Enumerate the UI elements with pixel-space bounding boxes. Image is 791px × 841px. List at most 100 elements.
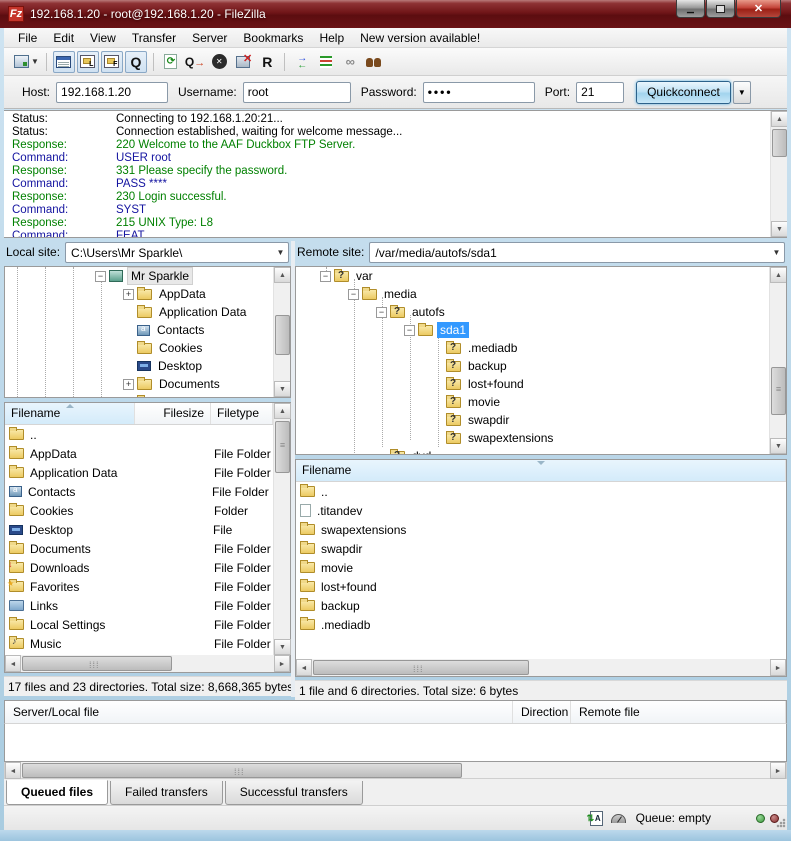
tree-row[interactable]: lost+found	[296, 375, 786, 393]
list-item[interactable]: ContactsFile Folder	[5, 482, 273, 501]
disconnect-button[interactable]	[232, 51, 254, 73]
message-log[interactable]: Status:Connecting to 192.168.1.20:21...S…	[4, 110, 787, 238]
remote-tree[interactable]: ▲ ▼ −var−media−autofs−sda1.mediadbbackup…	[295, 266, 787, 455]
scrollbar-thumb[interactable]: ⁞⁞⁞	[22, 763, 462, 778]
queue-body[interactable]	[4, 724, 787, 762]
transfer-type-icon[interactable]	[590, 811, 603, 826]
collapse-icon[interactable]: −	[348, 289, 359, 300]
column-header-remote-file[interactable]: Remote file	[571, 701, 786, 723]
tab-failed-transfers[interactable]: Failed transfers	[110, 781, 223, 805]
refresh-button[interactable]: ⟳	[160, 51, 182, 73]
menu-item-edit[interactable]: Edit	[45, 29, 82, 47]
tree-row[interactable]: +Documents	[5, 375, 290, 393]
list-item[interactable]: .mediadb	[296, 615, 786, 634]
sync-browsing-button[interactable]: ∞	[339, 51, 361, 73]
site-manager-button[interactable]: ▼	[13, 51, 40, 73]
remote-site-combo[interactable]: /var/media/autofs/sda1 ▼	[369, 242, 785, 263]
list-item[interactable]: swapextensions	[296, 520, 786, 539]
list-item[interactable]: CookiesFolder	[5, 501, 273, 520]
cancel-button[interactable]: ✕	[208, 51, 230, 73]
scroll-up-icon[interactable]: ▲	[274, 403, 291, 419]
search-button[interactable]	[363, 51, 385, 73]
reconnect-button[interactable]: R	[256, 51, 278, 73]
message-log-scrollbar[interactable]: ▲ ▼	[770, 111, 787, 237]
local-tree[interactable]: ▲ ▼ −Mr Sparkle+AppDataApplication DataC…	[4, 266, 291, 398]
tree-row[interactable]: backup	[296, 357, 786, 375]
compare-button[interactable]: →←	[291, 51, 313, 73]
tree-row[interactable]: −var	[296, 267, 786, 285]
tree-row[interactable]: −Mr Sparkle	[5, 267, 290, 285]
list-item[interactable]: ..	[5, 425, 273, 444]
username-input[interactable]	[243, 82, 351, 103]
minimize-button[interactable]: ▁	[676, 0, 705, 18]
local-file-list[interactable]: Filename Filesize Filetype ..AppDataFile…	[4, 402, 291, 673]
process-queue-button[interactable]: Q→	[184, 51, 206, 73]
quickconnect-dropdown-button[interactable]: ▼	[733, 81, 751, 104]
scroll-right-icon[interactable]: ►	[770, 762, 786, 779]
collapse-icon[interactable]: −	[320, 271, 331, 282]
tree-row[interactable]: −autofs	[296, 303, 786, 321]
column-header-direction[interactable]: Direction	[513, 701, 571, 723]
scroll-left-icon[interactable]: ◄	[5, 762, 21, 779]
list-item[interactable]: swapdir	[296, 539, 786, 558]
menu-item-transfer[interactable]: Transfer	[124, 29, 184, 47]
tree-row[interactable]: .mediadb	[296, 339, 786, 357]
chevron-down-icon[interactable]: ▼	[273, 248, 288, 257]
host-input[interactable]	[56, 82, 168, 103]
scroll-left-icon[interactable]: ◄	[5, 655, 21, 672]
list-item[interactable]: FavoritesFile Folder	[5, 577, 273, 596]
tree-row[interactable]: −media	[296, 285, 786, 303]
tab-queued-files[interactable]: Queued files	[6, 780, 108, 805]
list-item[interactable]: DesktopFile	[5, 520, 273, 539]
collapse-icon[interactable]: −	[376, 307, 387, 318]
tree-row[interactable]: +Downloads	[5, 393, 290, 398]
scroll-right-icon[interactable]: ►	[770, 659, 786, 676]
close-button[interactable]: ✕	[736, 0, 781, 18]
queue-toggle[interactable]: Q	[125, 51, 147, 73]
list-item[interactable]: Application DataFile Folder	[5, 463, 273, 482]
scrollbar-thumb[interactable]	[772, 129, 787, 157]
tree-row[interactable]: swapextensions	[296, 429, 786, 447]
scrollbar-thumb[interactable]: ⁞⁞⁞	[22, 656, 172, 671]
tree-row[interactable]: +AppData	[5, 285, 290, 303]
tree-row[interactable]: Cookies	[5, 339, 290, 357]
remote-list-hscrollbar[interactable]: ◄ ⁞⁞⁞ ►	[296, 659, 786, 676]
tree-row[interactable]: Contacts	[5, 321, 290, 339]
tree-row[interactable]: −sda1	[296, 321, 786, 339]
list-item[interactable]: DownloadsFile Folder	[5, 558, 273, 577]
menu-item-file[interactable]: File	[10, 29, 45, 47]
tree-row[interactable]: swapdir	[296, 411, 786, 429]
list-item[interactable]: lost+found	[296, 577, 786, 596]
list-item[interactable]: .titandev	[296, 501, 786, 520]
scroll-down-icon[interactable]: ▼	[274, 639, 291, 655]
tree-row[interactable]: movie	[296, 393, 786, 411]
column-header-filename[interactable]: Filename	[296, 460, 786, 481]
chevron-down-icon[interactable]: ▼	[769, 248, 784, 257]
message-log-toggle[interactable]	[53, 51, 75, 73]
quickconnect-button[interactable]: Quickconnect	[636, 81, 731, 104]
resize-grip[interactable]	[776, 818, 786, 828]
list-item[interactable]: backup	[296, 596, 786, 615]
speed-limits-icon[interactable]	[611, 814, 626, 823]
column-header-filesize[interactable]: Filesize	[135, 403, 211, 424]
collapse-icon[interactable]: −	[95, 271, 106, 282]
menu-item-view[interactable]: View	[82, 29, 124, 47]
list-item[interactable]: AppDataFile Folder	[5, 444, 273, 463]
queue-hscrollbar[interactable]: ◄ ⁞⁞⁞ ►	[4, 762, 787, 779]
local-list-hscrollbar[interactable]: ◄ ⁞⁞⁞ ►	[5, 655, 290, 672]
remote-file-list[interactable]: Filename ...titandevswapextensionsswapdi…	[295, 459, 787, 677]
local-tree-toggle[interactable]: L	[77, 51, 99, 73]
filter-button[interactable]	[315, 51, 337, 73]
menu-item-server[interactable]: Server	[184, 29, 235, 47]
column-header-server-local-file[interactable]: Server/Local file	[5, 701, 513, 723]
scrollbar-thumb[interactable]: ⁞⁞⁞	[313, 660, 529, 675]
column-header-filename[interactable]: Filename	[5, 403, 135, 424]
tree-row[interactable]: dvd	[296, 447, 786, 455]
column-header-filetype[interactable]: Filetype	[211, 403, 273, 424]
list-item[interactable]: Local SettingsFile Folder	[5, 615, 273, 634]
list-item[interactable]: ..	[296, 482, 786, 501]
tree-row[interactable]: Desktop	[5, 357, 290, 375]
collapse-icon[interactable]: −	[404, 325, 415, 336]
expand-icon[interactable]: +	[123, 397, 134, 399]
password-input[interactable]	[423, 82, 535, 103]
